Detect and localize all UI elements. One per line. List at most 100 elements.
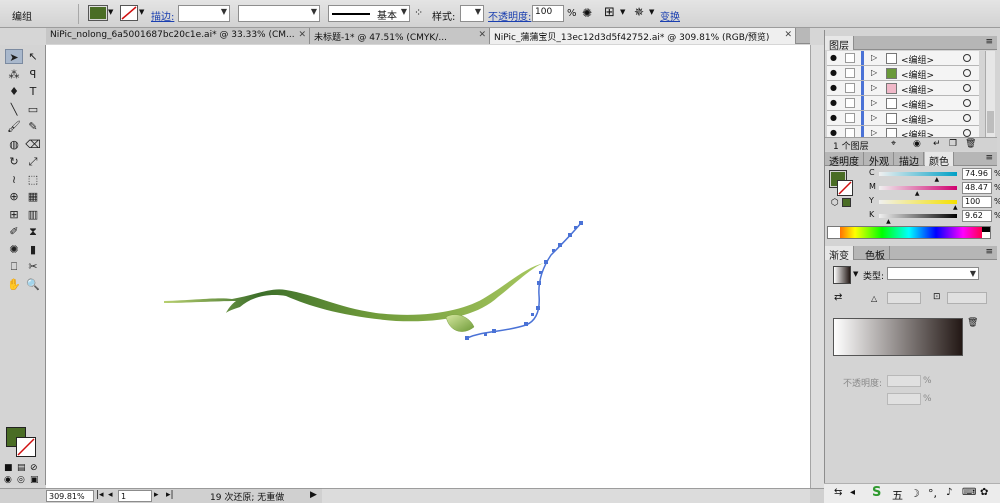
layer-row[interactable]: ● ▷ <编组> <box>827 96 979 111</box>
zoom-select[interactable]: 309.81% <box>46 490 94 502</box>
perspective-grid-tool[interactable]: ▦ <box>24 189 42 204</box>
stroke-swatch[interactable] <box>120 5 138 21</box>
aspect-ratio-input[interactable] <box>947 292 987 304</box>
target-icon[interactable] <box>963 54 971 62</box>
artboard-tool[interactable]: ⎕ <box>5 259 23 274</box>
gradient-location-input[interactable] <box>887 393 921 405</box>
rectangle-tool[interactable]: ▭ <box>24 102 42 117</box>
next-artboard-icon[interactable]: ▸ <box>154 490 159 500</box>
close-icon[interactable]: ✕ <box>298 30 306 40</box>
transform-link[interactable]: 变换 <box>660 8 680 23</box>
trash-icon[interactable]: 🗑 <box>965 139 976 149</box>
channel-slider[interactable]: ▲ <box>879 172 957 183</box>
channel-slider[interactable]: ▲ <box>879 200 958 211</box>
channel-value-input[interactable]: 74.96 <box>962 168 992 180</box>
target-icon[interactable] <box>963 129 971 137</box>
expand-icon[interactable]: ▷ <box>871 53 877 62</box>
ime-mode-icon[interactable]: 五 <box>892 487 903 503</box>
eye-icon[interactable]: ● <box>830 113 837 122</box>
layer-row[interactable]: ● ▷ <编组> <box>827 66 979 81</box>
angle-input[interactable] <box>887 292 921 304</box>
last-artboard-icon[interactable]: ▸| <box>166 490 174 500</box>
channel-value-input[interactable]: 48.47 <box>962 182 992 194</box>
draw-normal-icon[interactable]: ◉ <box>4 475 12 485</box>
chevron-down-icon[interactable]: ▼ <box>853 270 858 278</box>
channel-slider[interactable]: ▲ <box>879 214 957 225</box>
variable-width-profile[interactable]: ▼ <box>238 5 320 22</box>
paintbrush-tool[interactable]: 🖌 <box>5 119 23 134</box>
selected-path[interactable] <box>465 221 583 340</box>
trash-icon[interactable]: 🗑 <box>967 318 978 328</box>
tab-swatches[interactable]: 色板 <box>861 246 890 262</box>
ime-logo-icon[interactable]: S <box>872 485 881 500</box>
direct-selection-tool[interactable]: ↖ <box>24 49 42 64</box>
eraser-tool[interactable]: ⌫ <box>24 137 42 152</box>
gradient-thumbnail[interactable] <box>833 266 851 284</box>
mesh-tool[interactable]: ⊞ <box>5 207 23 222</box>
recolor-artwork-icon[interactable]: ✺ <box>582 6 592 20</box>
gradient-mode-icon[interactable]: ▤ <box>17 463 26 473</box>
column-graph-tool[interactable]: ▮ <box>24 242 42 257</box>
screen-mode-icon[interactable]: ▣ <box>30 475 39 485</box>
pencil-tool[interactable]: ✎ <box>24 119 42 134</box>
blob-brush-tool[interactable]: ◍ <box>5 137 23 152</box>
punctuation-icon[interactable]: °, <box>928 487 937 500</box>
brush-definition-select[interactable]: 基本 ▼ <box>328 5 410 22</box>
previous-artboard-icon[interactable]: ◂ <box>108 490 113 500</box>
close-icon[interactable]: ✕ <box>478 30 486 40</box>
new-sublayer-icon[interactable]: ↵ <box>933 139 941 149</box>
close-icon[interactable]: ✕ <box>784 30 792 40</box>
slider-handle[interactable]: ▲ <box>886 218 891 225</box>
lock-toggle[interactable] <box>845 113 855 123</box>
eye-icon[interactable]: ● <box>830 98 837 107</box>
first-artboard-icon[interactable]: |◂ <box>96 490 104 500</box>
line-tool[interactable]: ╲ <box>5 102 23 117</box>
symbol-sprayer-tool[interactable]: ✺ <box>5 242 23 257</box>
expand-icon[interactable]: ▷ <box>871 128 877 137</box>
isolate-icon[interactable]: ✵ <box>634 5 644 19</box>
tab-color[interactable]: 颜色 <box>925 152 954 168</box>
moon-icon[interactable]: ☽ <box>910 487 920 500</box>
fill-swatch[interactable] <box>88 5 108 21</box>
magic-wand-tool[interactable]: ⁂ <box>5 67 23 82</box>
stroke-weight-input[interactable]: ▼ <box>178 5 230 22</box>
skin-icon[interactable]: ✿ <box>980 487 988 498</box>
expand-icon[interactable]: ▷ <box>871 68 877 77</box>
toolbox-stroke-swatch[interactable] <box>16 437 36 457</box>
channel-value-input[interactable]: 100 <box>962 196 992 208</box>
tab-transparency[interactable]: 透明度 <box>825 152 864 168</box>
chevron-down-icon[interactable]: ▼ <box>108 8 113 16</box>
color-spectrum[interactable] <box>827 226 991 239</box>
tab-document-3[interactable]: NiPic_蒲蒲宝贝_13ec12d3d5f42752.ai* @ 309.81… <box>490 28 796 44</box>
expand-icon[interactable]: ▷ <box>871 98 877 107</box>
channel-slider[interactable]: ▲ <box>879 186 957 197</box>
layer-row[interactable]: ● ▷ <编组> <box>827 81 979 96</box>
swap-icon[interactable]: ⇆ <box>834 487 842 498</box>
target-icon[interactable] <box>963 84 971 92</box>
type-tool[interactable]: T <box>24 84 42 99</box>
artboard-select[interactable]: 1 <box>118 490 152 502</box>
color-mode-icon[interactable]: ■ <box>4 463 13 473</box>
vine-stem[interactable] <box>164 263 544 322</box>
gradient-type-select[interactable]: ▼ <box>887 267 979 280</box>
tab-document-1[interactable]: NiPic_nolong_6a5001687bc20c1e.ai* @ 33.3… <box>46 28 310 44</box>
draw-behind-icon[interactable]: ◎ <box>17 475 25 485</box>
stroke-label[interactable]: 描边: <box>151 8 174 23</box>
eyedropper-tool[interactable]: ✐ <box>5 224 23 239</box>
eye-icon[interactable]: ● <box>830 68 837 77</box>
reverse-gradient-icon[interactable]: ⇄ <box>834 292 842 303</box>
free-transform-tool[interactable]: ⬚ <box>24 172 42 187</box>
lasso-tool[interactable]: ꟼ <box>24 67 42 82</box>
opacity-input[interactable]: 100 <box>532 5 564 22</box>
chevron-down-icon[interactable]: ▼ <box>649 8 654 16</box>
color-stroke-swatch[interactable] <box>837 180 853 196</box>
slice-tool[interactable]: ✂ <box>24 259 42 274</box>
lock-toggle[interactable] <box>845 68 855 78</box>
selection-tool[interactable]: ➤ <box>5 49 23 64</box>
shape-builder-tool[interactable]: ⊕ <box>5 189 23 204</box>
horizontal-scrollbar[interactable] <box>322 488 810 503</box>
leaf[interactable] <box>445 314 475 332</box>
new-layer-icon[interactable]: ❐ <box>949 139 957 149</box>
layers-scrollbar[interactable] <box>985 51 995 146</box>
gradient-tool[interactable]: ▥ <box>24 207 42 222</box>
